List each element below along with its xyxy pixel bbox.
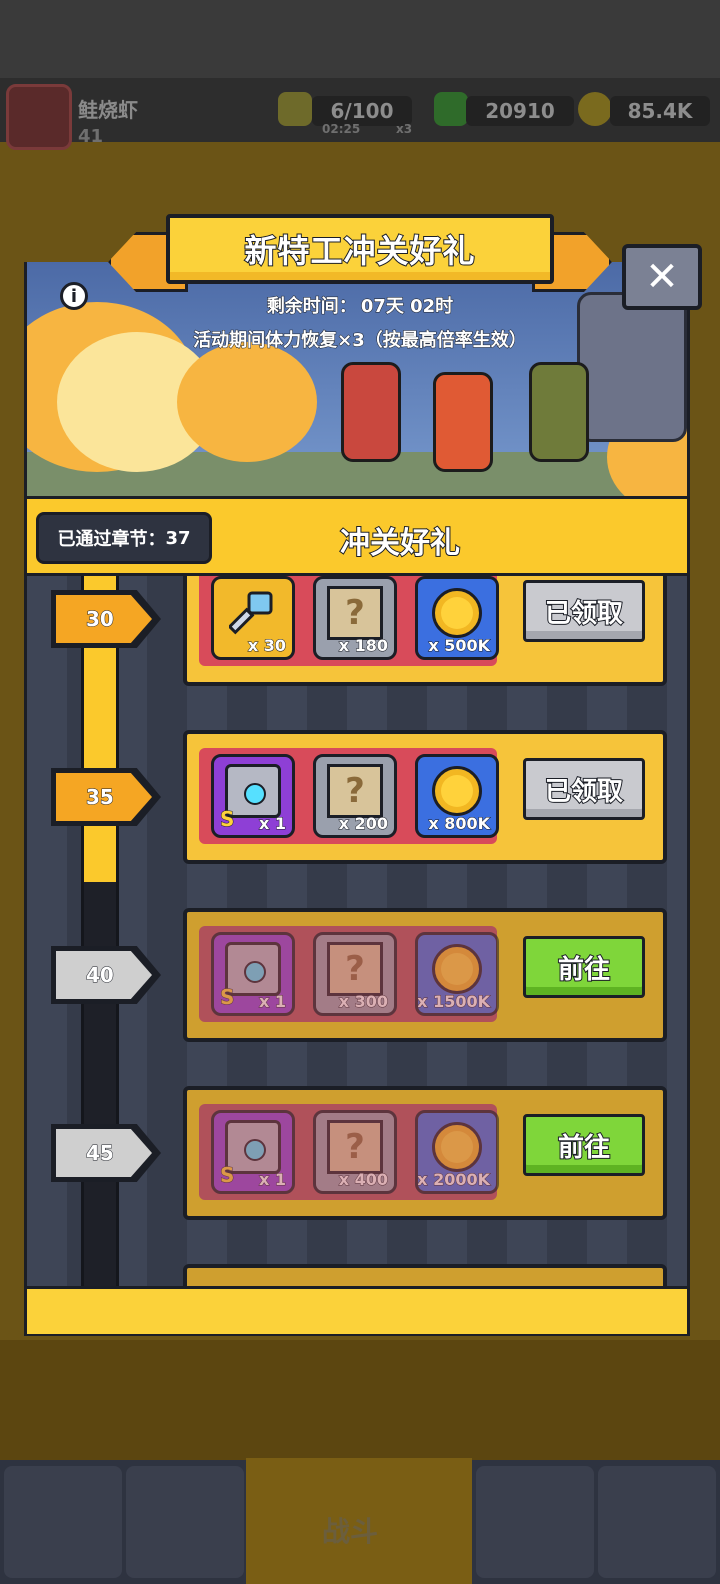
- nav-battle-label: 战斗: [322, 1515, 379, 1548]
- bonus-text: 活动期间体力恢复×3（按最高倍率生效）: [193, 330, 528, 352]
- key-icon: [229, 589, 277, 637]
- remaining-time: 剩余时间： 07天 02时: [0, 292, 720, 318]
- gold-count: 85.4K: [610, 96, 710, 126]
- chapters-passed-label: 已通过章节：: [57, 529, 166, 550]
- popup-footer: [27, 1286, 687, 1334]
- nav-shop[interactable]: [4, 1466, 122, 1578]
- coin-icon: [432, 588, 482, 639]
- remaining-time-label: 剩余时间：: [266, 296, 357, 318]
- mystery-map-icon: ?: [327, 1120, 383, 1175]
- reward-quantity: x 200: [338, 814, 388, 834]
- reward-quantity: x 1: [258, 992, 286, 1012]
- reward-quantity: x 30: [247, 636, 286, 656]
- chapters-passed-value: 37: [165, 527, 191, 549]
- chapter-badge: 40: [51, 946, 161, 1004]
- coin-icon: [432, 944, 482, 995]
- reward-map[interactable]: ? x 200: [313, 754, 397, 838]
- gem-icon[interactable]: [434, 92, 468, 126]
- go-button[interactable]: 前往: [523, 1114, 645, 1176]
- reward-chest[interactable]: Sx 1: [211, 754, 295, 838]
- chapter-badge: 30: [51, 590, 161, 648]
- grade-mark: S: [219, 985, 235, 1010]
- chapters-passed: 已通过章节： 37: [36, 512, 212, 564]
- grade-mark: S: [219, 807, 235, 832]
- nav-agents[interactable]: [126, 1466, 244, 1578]
- mystery-map-icon: ?: [327, 586, 383, 641]
- reward-coin[interactable]: x 1500K: [415, 932, 499, 1016]
- stamina-icon[interactable]: [278, 92, 312, 126]
- agent-character: [341, 362, 401, 462]
- coin-icon: [432, 766, 482, 817]
- reward-row: 30 x 30? x 180 x 500K 已领取: [27, 576, 687, 686]
- reward-row-next: [27, 1264, 687, 1286]
- chapter-badge: 45: [51, 1124, 161, 1182]
- reward-coin[interactable]: x 500K: [415, 576, 499, 660]
- reward-map[interactable]: ? x 300: [313, 932, 397, 1016]
- reward-quantity: x 2000K: [417, 1170, 490, 1190]
- background-bottom: [0, 1340, 720, 1460]
- reward-key[interactable]: x 30: [211, 576, 295, 660]
- stamina-timer: 02:25: [322, 122, 361, 136]
- mystery-map-icon: ?: [327, 764, 383, 819]
- reward-map[interactable]: ? x 180: [313, 576, 397, 660]
- reward-quantity: x 180: [338, 636, 388, 656]
- avatar[interactable]: [6, 84, 72, 150]
- reward-card: [183, 1264, 667, 1286]
- mystery-map-icon: ?: [327, 942, 383, 997]
- reward-quantity: x 800K: [428, 814, 491, 834]
- reward-quantity: x 300: [338, 992, 388, 1012]
- chapter-badge: 35: [51, 768, 161, 826]
- stamina-multiplier: x3: [396, 122, 413, 136]
- remaining-time-value: 07天 02时: [360, 296, 454, 318]
- reward-quantity: x 1: [258, 814, 286, 834]
- reward-quantity: x 1500K: [417, 992, 490, 1012]
- reward-quantity: x 400: [338, 1170, 388, 1190]
- reward-chest[interactable]: Sx 1: [211, 932, 295, 1016]
- nav-talents[interactable]: [476, 1466, 594, 1578]
- reward-row: 40 Sx 1? x 300 x 1500K 前往: [27, 908, 687, 1042]
- reward-row: 45 Sx 1? x 400 x 2000K 前往: [27, 1086, 687, 1220]
- player-level: 41: [78, 126, 104, 147]
- player-name: 鲑烧虾: [78, 98, 138, 122]
- explosion-cloud: [177, 342, 317, 462]
- title-ribbon: 新特工冲关好礼: [108, 214, 612, 298]
- gold-icon[interactable]: [578, 92, 612, 126]
- reward-coin[interactable]: x 800K: [415, 754, 499, 838]
- section-title: 冲关好礼: [339, 525, 461, 562]
- agent-character: [529, 362, 589, 462]
- agent-character: [433, 372, 493, 472]
- reward-quantity: x 500K: [428, 636, 491, 656]
- go-button[interactable]: 前往: [523, 936, 645, 998]
- grade-mark: S: [219, 1163, 235, 1188]
- reward-coin[interactable]: x 2000K: [415, 1110, 499, 1194]
- ribbon-main: 新特工冲关好礼: [166, 214, 554, 284]
- gem-count: 20910: [466, 96, 574, 126]
- coin-icon: [432, 1122, 482, 1173]
- nav-map[interactable]: [598, 1466, 716, 1578]
- reward-list[interactable]: 30 x 30? x 180 x 500K 已领取 35 Sx 1? x 200 x 800K 已…: [27, 576, 687, 1286]
- claimed-button[interactable]: 已领取: [523, 758, 645, 820]
- popup-title: 新特工冲关好礼: [243, 231, 476, 271]
- reward-row: 35 Sx 1? x 200 x 800K 已领取: [27, 730, 687, 864]
- reward-map[interactable]: ? x 400: [313, 1110, 397, 1194]
- reward-chest[interactable]: Sx 1: [211, 1110, 295, 1194]
- claimed-button[interactable]: 已领取: [523, 580, 645, 642]
- reward-quantity: x 1: [258, 1170, 286, 1190]
